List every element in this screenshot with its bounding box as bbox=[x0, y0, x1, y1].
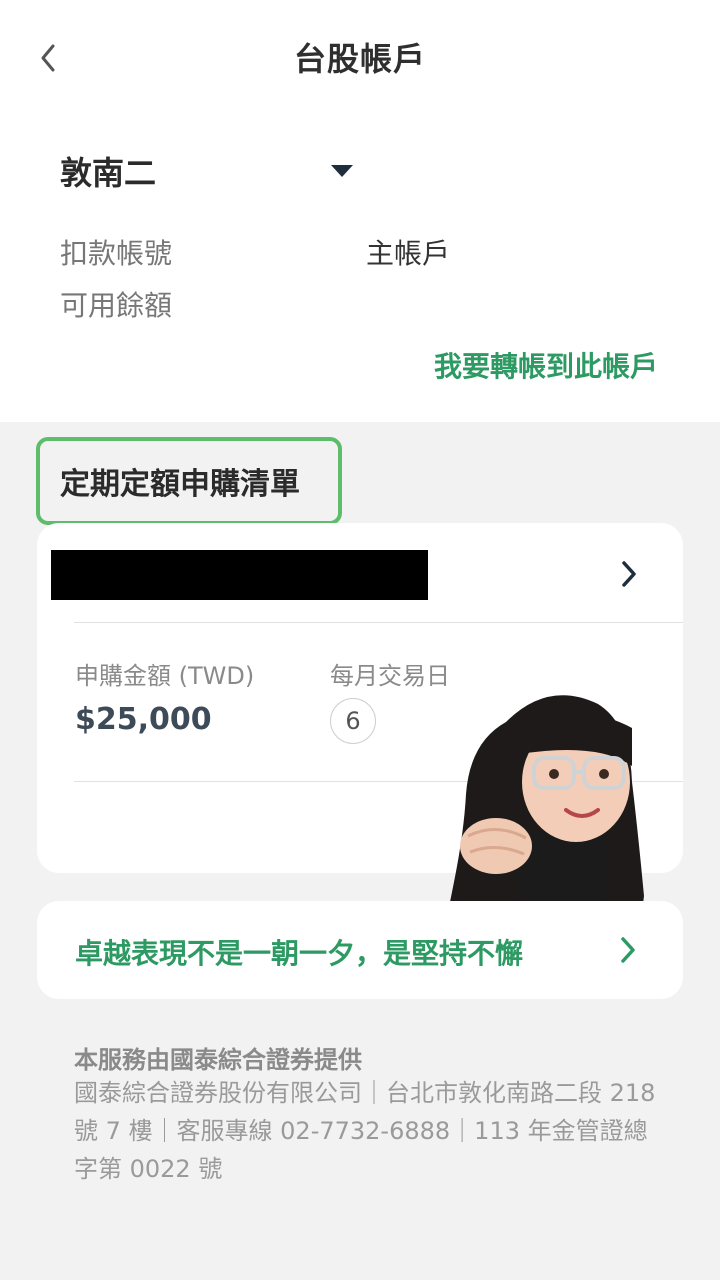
account-panel: 台股帳戶 敦南二 扣款帳號 主帳戶 可用餘額 我要轉帳到此帳戶 bbox=[0, 0, 720, 422]
promo-chevron bbox=[613, 931, 643, 969]
footer-disclaimer: 國泰綜合證券股份有限公司｜台北市敦化南路二段 218 號 7 樓｜客服專線 02… bbox=[74, 1079, 656, 1183]
footer-title: 本服務由國泰綜合證券提供 bbox=[74, 1046, 362, 1074]
memoji-sticker bbox=[448, 695, 644, 912]
trade-day-label: 每月交易日 bbox=[330, 662, 450, 690]
promo-text: 卓越表現不是一朝一夕，是堅持不懈 bbox=[75, 937, 524, 970]
available-balance-label: 可用餘額 bbox=[60, 289, 173, 322]
transfer-to-account-link[interactable]: 我要轉帳到此帳戶 bbox=[434, 345, 658, 385]
amount-label: 申購金額 (TWD) bbox=[75, 662, 255, 690]
branch-name[interactable]: 敦南二 bbox=[60, 148, 156, 194]
debit-account-label: 扣款帳號 bbox=[60, 237, 173, 270]
plan-detail-button[interactable] bbox=[614, 556, 644, 592]
chevron-right-icon bbox=[621, 937, 635, 963]
page-title: 台股帳戶 bbox=[293, 40, 426, 78]
redacted-fund-name bbox=[51, 550, 428, 600]
branch-dropdown[interactable] bbox=[324, 158, 360, 184]
chevron-right-icon bbox=[622, 561, 636, 587]
trade-day-badge: 6 bbox=[330, 698, 376, 744]
debit-account-value: 主帳戶 bbox=[366, 237, 451, 270]
section-title: 定期定額申購清單 bbox=[36, 437, 342, 525]
card-divider bbox=[74, 622, 683, 623]
amount-value: $25,000 bbox=[75, 702, 212, 737]
promo-banner[interactable]: 卓越表現不是一朝一夕，是堅持不懈 bbox=[37, 901, 683, 999]
caret-down-icon bbox=[331, 165, 353, 177]
